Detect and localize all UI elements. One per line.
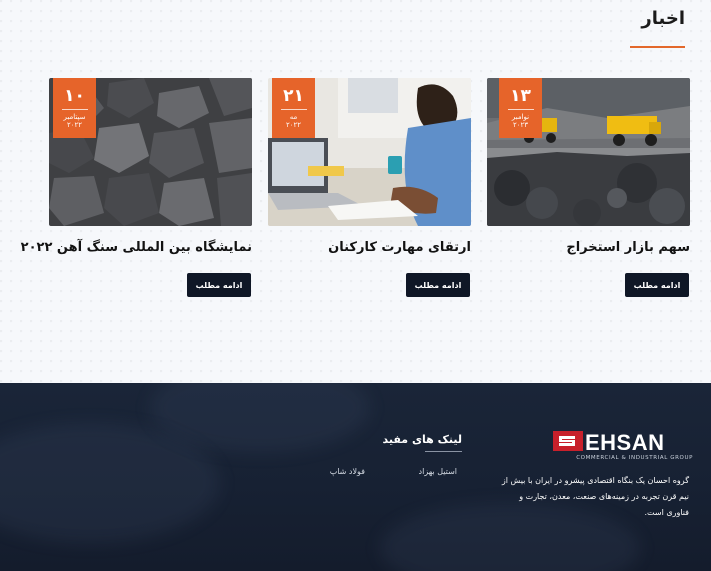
logo-text: EHSAN bbox=[585, 430, 665, 455]
ehsan-logo-mark-icon bbox=[553, 431, 583, 451]
date-day: ۱۰ bbox=[64, 86, 85, 106]
date-year: ۲۰۲۳ bbox=[512, 121, 529, 129]
useful-links-underline bbox=[425, 451, 462, 452]
date-badge: ۲۱ مه ۲۰۲۲ bbox=[272, 78, 315, 138]
news-card-title[interactable]: سهم بازار استخراج bbox=[487, 240, 690, 255]
news-heading-underline bbox=[630, 46, 685, 48]
footer-about-text: گروه احسان یک بنگاه اقتصادی پیشرو در ایر… bbox=[501, 476, 689, 517]
ehsan-logo[interactable]: EHSAN COMMERCIAL & INDUSTRIAL GROUP bbox=[553, 430, 693, 469]
news-heading: اخبار bbox=[641, 8, 685, 29]
date-year: ۲۰۲۲ bbox=[66, 121, 83, 129]
news-card-title[interactable]: ارتقای مهارت کارکنان bbox=[268, 240, 471, 255]
news-image-mining[interactable]: ۱۳ نوامبر ۲۰۲۳ bbox=[487, 78, 690, 226]
date-separator bbox=[280, 109, 307, 110]
date-day: ۱۳ bbox=[510, 86, 531, 106]
site-footer: EHSAN COMMERCIAL & INDUSTRIAL GROUP گروه… bbox=[0, 383, 711, 571]
news-card-skills[interactable]: ۲۱ مه ۲۰۲۲ ارتقای مهارت کارکنان ادامه مط… bbox=[268, 78, 471, 297]
page: اخبار ۱۳ نوامبر ۲۰۲۳ سهم بازار استخراج ا… bbox=[0, 0, 711, 571]
date-badge: ۱۰ سپتامبر ۲۰۲۲ bbox=[53, 78, 96, 138]
footer-link-steel-behzad[interactable]: استیل بهزاد bbox=[419, 467, 457, 476]
news-image-exhibition[interactable]: ۱۰ سپتامبر ۲۰۲۲ bbox=[49, 78, 252, 226]
date-month: مه bbox=[289, 113, 298, 121]
useful-links-heading: لینک های مفید bbox=[382, 433, 462, 446]
news-card-title[interactable]: نمایشگاه بین المللی سنگ آهن ۲۰۲۲ bbox=[21, 240, 252, 255]
read-more-button[interactable]: ادامه مطلب bbox=[406, 273, 470, 297]
date-month: نوامبر bbox=[511, 113, 530, 121]
date-day: ۲۱ bbox=[283, 86, 304, 106]
date-separator bbox=[507, 109, 534, 110]
date-separator bbox=[61, 109, 88, 110]
logo-subtitle: COMMERCIAL & INDUSTRIAL GROUP bbox=[576, 455, 693, 461]
read-more-button[interactable]: ادامه مطلب bbox=[187, 273, 251, 297]
date-month: سپتامبر bbox=[63, 113, 86, 121]
news-section: اخبار ۱۳ نوامبر ۲۰۲۳ سهم بازار استخراج ا… bbox=[0, 0, 711, 383]
date-year: ۲۰۲۲ bbox=[285, 121, 302, 129]
news-image-skills[interactable]: ۲۱ مه ۲۰۲۲ bbox=[268, 78, 471, 226]
footer-link-foolad-shop[interactable]: فولاد شاپ bbox=[330, 467, 365, 476]
read-more-button[interactable]: ادامه مطلب bbox=[625, 273, 689, 297]
date-badge: ۱۳ نوامبر ۲۰۲۳ bbox=[499, 78, 542, 138]
news-card-mining[interactable]: ۱۳ نوامبر ۲۰۲۳ سهم بازار استخراج ادامه م… bbox=[487, 78, 690, 297]
news-card-exhibition[interactable]: ۱۰ سپتامبر ۲۰۲۲ نمایشگاه بین المللی سنگ … bbox=[21, 78, 252, 297]
